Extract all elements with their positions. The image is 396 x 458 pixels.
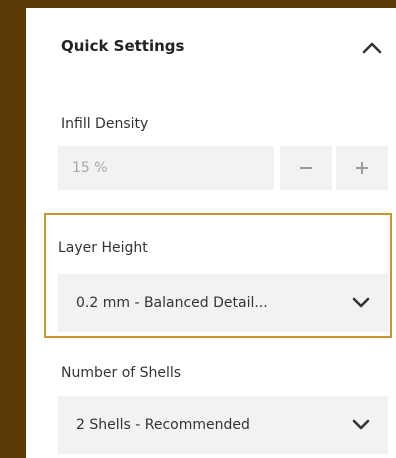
collapse-button[interactable] [354, 32, 390, 64]
infill-density-stepper: 15 % [58, 146, 388, 190]
panel-header: Quick Settings [26, 8, 396, 88]
number-of-shells-selected-value: 2 Shells - Recommended [76, 417, 250, 433]
infill-density-input[interactable]: 15 % [58, 146, 274, 190]
app-background: Quick Settings Infill Density 15 % Layer… [0, 0, 396, 458]
decrease-infill-button[interactable] [280, 146, 332, 190]
panel-title: Quick Settings [61, 37, 185, 55]
chevron-up-icon [362, 42, 382, 54]
layer-height-dropdown[interactable]: 0.2 mm - Balanced Detail... [58, 274, 388, 332]
plus-icon [356, 162, 368, 174]
chevron-down-icon [352, 297, 370, 308]
quick-settings-panel: Quick Settings Infill Density 15 % Layer… [26, 8, 396, 458]
increase-infill-button[interactable] [336, 146, 388, 190]
number-of-shells-label: Number of Shells [61, 365, 182, 381]
layer-height-selected-value: 0.2 mm - Balanced Detail... [76, 295, 268, 311]
infill-density-label: Infill Density [61, 116, 149, 132]
minus-icon [300, 167, 312, 169]
number-of-shells-dropdown[interactable]: 2 Shells - Recommended [58, 396, 388, 454]
layer-height-label: Layer Height [58, 240, 148, 256]
chevron-down-icon [352, 419, 370, 430]
